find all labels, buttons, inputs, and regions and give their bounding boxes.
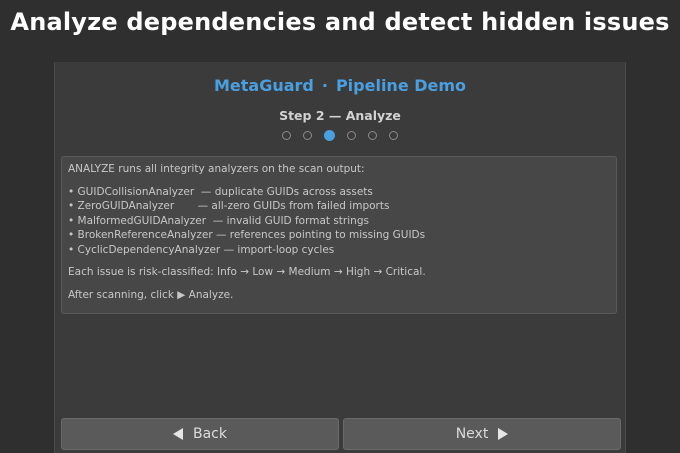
analyzer-item: • CyclicDependencyAnalyzer — import-loop… bbox=[68, 243, 335, 256]
app-subtitle: Pipeline Demo bbox=[335, 76, 467, 95]
next-button-label: Next bbox=[455, 426, 489, 442]
app-title: MetaGuard · Pipeline Demo bbox=[55, 76, 625, 95]
risk-note: Each issue is risk-classified: Info → Lo… bbox=[68, 266, 426, 278]
step-dot-6[interactable] bbox=[389, 131, 398, 140]
app-name: MetaGuard bbox=[213, 76, 314, 95]
title-separator: · bbox=[321, 76, 328, 95]
analyzer-item: • ZeroGUIDAnalyzer — all-zero GUIDs from… bbox=[68, 200, 390, 212]
analyzer-item: • MalformedGUIDAnalyzer — invalid GUID f… bbox=[68, 214, 369, 227]
back-button-label: Back bbox=[193, 426, 227, 442]
after-note: After scanning, click ▶ Analyze. bbox=[68, 288, 234, 301]
wizard-window: MetaGuard · Pipeline Demo Step 2 — Analyze… bbox=[54, 62, 626, 453]
step-dot-1[interactable] bbox=[282, 131, 291, 140]
analyze-info-box: ANALYZE runs all integrity analyzers on … bbox=[61, 156, 617, 314]
back-arrow-icon bbox=[173, 428, 183, 440]
step-dot-4[interactable] bbox=[347, 131, 356, 140]
analyzer-item: • BrokenReferenceAnalyzer — references p… bbox=[68, 229, 426, 241]
next-button[interactable]: Next bbox=[343, 418, 621, 450]
step-title: Step 2 — Analyze bbox=[279, 108, 401, 123]
next-arrow-icon bbox=[498, 428, 509, 440]
analyzer-item: • GUIDCollisionAnalyzer — duplicate GUID… bbox=[68, 185, 373, 198]
info-intro: ANALYZE runs all integrity analyzers on … bbox=[68, 163, 365, 175]
step-dot-3-active[interactable] bbox=[324, 130, 335, 141]
step-dot-2[interactable] bbox=[303, 131, 312, 140]
step-dot-5[interactable] bbox=[368, 131, 377, 140]
step-indicator bbox=[55, 129, 625, 141]
headline: Analyze dependencies and detect hidden i… bbox=[10, 8, 670, 36]
back-button[interactable]: Back bbox=[61, 418, 339, 450]
